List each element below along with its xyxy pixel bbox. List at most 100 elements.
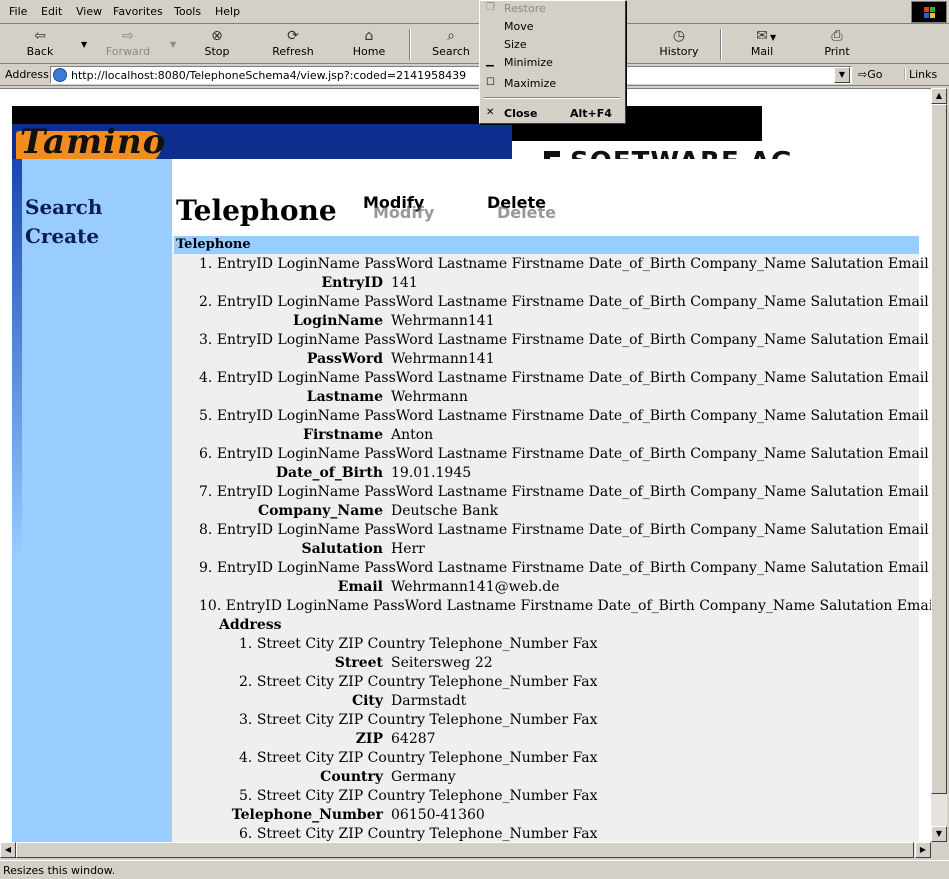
- entry-number: 3.: [199, 332, 217, 348]
- address-entry-header-row: 4. Street City ZIP Country Telephone_Num…: [239, 750, 597, 766]
- entry-number: 2.: [199, 294, 217, 310]
- scroll-left-icon[interactable]: ◀: [0, 842, 16, 858]
- scroll-down-icon[interactable]: ▼: [931, 826, 947, 842]
- vertical-scrollbar[interactable]: ▲ ▼: [931, 88, 947, 842]
- scroll-right-icon[interactable]: ▶: [915, 842, 931, 858]
- address-entry-header-text: Street City ZIP Country Telephone_Number…: [256, 636, 598, 652]
- home-icon: ⌂: [364, 28, 374, 44]
- refresh-icon: ⟳: [287, 28, 299, 44]
- print-button[interactable]: ⎙ Print: [817, 27, 857, 63]
- forward-dropdown-icon[interactable]: ▼: [170, 40, 176, 49]
- menu-bar: File Edit View Favorites Tools Help: [0, 0, 949, 24]
- entry-number: 7.: [199, 484, 217, 500]
- horizontal-scroll-thumb[interactable]: [16, 842, 914, 858]
- entry-field-label: Address: [219, 617, 282, 633]
- horizontal-scrollbar[interactable]: ◀ ▶: [0, 842, 931, 858]
- sidebar-create-link[interactable]: Create: [25, 224, 99, 248]
- entry-field-value: Deutsche Bank: [391, 503, 499, 519]
- page-title: Telephone: [176, 194, 337, 227]
- modify-button[interactable]: Modify Modify: [363, 193, 434, 222]
- entry-header-row: 7. EntryID LoginName PassWord Lastname F…: [199, 484, 931, 500]
- menu-separator: [484, 97, 620, 99]
- menu-close[interactable]: Close: [504, 107, 537, 120]
- entry-field-label: Lastname: [306, 389, 383, 405]
- back-button[interactable]: ⇦ Back: [20, 27, 60, 63]
- entry-header-text: EntryID LoginName PassWord Lastname Firs…: [216, 408, 931, 424]
- entry-number: 5.: [199, 408, 217, 424]
- menu-restore[interactable]: Restore: [504, 2, 546, 15]
- entry-header-text: EntryID LoginName PassWord Lastname Firs…: [216, 294, 931, 310]
- address-entry-field-value: Germany: [391, 769, 456, 785]
- address-entry-number: 3.: [239, 712, 257, 728]
- address-label: Address: [5, 68, 49, 81]
- entry-header-text: EntryID LoginName PassWord Lastname Firs…: [216, 560, 931, 576]
- menu-help[interactable]: Help: [215, 5, 240, 18]
- menu-maximize[interactable]: Maximize: [504, 77, 556, 90]
- entry-field-value: 19.01.1945: [391, 465, 472, 481]
- entry-header-text: EntryID LoginName PassWord Lastname Firs…: [216, 370, 931, 386]
- menu-minimize[interactable]: Minimize: [504, 56, 553, 69]
- menu-file[interactable]: File: [9, 5, 27, 18]
- address-entry-header-row: 3. Street City ZIP Country Telephone_Num…: [239, 712, 597, 728]
- menu-favorites[interactable]: Favorites: [113, 5, 163, 18]
- address-entry-header-text: Street City ZIP Country Telephone_Number…: [256, 826, 598, 842]
- ie-page-icon: [53, 68, 67, 82]
- entry-field-label: EntryID: [321, 275, 383, 291]
- history-button[interactable]: ◷ History: [656, 27, 702, 63]
- address-dropdown-icon[interactable]: ▼: [834, 67, 850, 83]
- address-entry-header-row: 1. Street City ZIP Country Telephone_Num…: [239, 636, 597, 652]
- stop-icon: ⊗: [211, 28, 223, 44]
- scroll-up-icon[interactable]: ▲: [931, 88, 947, 104]
- section-header: Telephone: [174, 236, 919, 254]
- back-arrow-icon: ⇦: [34, 28, 46, 44]
- back-dropdown-icon[interactable]: ▼: [81, 40, 87, 49]
- stop-button[interactable]: ⊗ Stop: [197, 27, 237, 63]
- entry-header-row: 4. EntryID LoginName PassWord Lastname F…: [199, 370, 931, 386]
- address-entry-header-text: Street City ZIP Country Telephone_Number…: [256, 674, 598, 690]
- address-entry-field-value: Darmstadt: [391, 693, 467, 709]
- home-button[interactable]: ⌂ Home: [348, 27, 390, 63]
- address-url[interactable]: http://localhost:8080/TelephoneSchema4/v…: [71, 69, 466, 82]
- forward-button[interactable]: ⇨ Forward: [102, 27, 154, 63]
- address-entry-field-value: 06150-41360: [391, 807, 485, 823]
- menu-move[interactable]: Move: [504, 20, 534, 33]
- address-entry-number: 6.: [239, 826, 257, 842]
- entry-field-label: Company_Name: [257, 503, 383, 519]
- entry-field-label: Firstname: [303, 427, 383, 443]
- entry-header-row: 6. EntryID LoginName PassWord Lastname F…: [199, 446, 931, 462]
- address-entry-header-row: 5. Street City ZIP Country Telephone_Num…: [239, 788, 597, 804]
- search-icon: ⌕: [447, 28, 455, 44]
- delete-button[interactable]: Delete Delete: [487, 193, 556, 222]
- go-arrow-icon: ⇨: [858, 68, 868, 81]
- entry-field-label: PassWord: [306, 351, 383, 367]
- entry-field-label: LoginName: [292, 313, 383, 329]
- address-input[interactable]: http://localhost:8080/TelephoneSchema4/v…: [50, 66, 852, 84]
- menu-view[interactable]: View: [76, 5, 102, 18]
- menu-tools[interactable]: Tools: [174, 5, 201, 18]
- address-entry-field-value: Seitersweg 22: [391, 655, 493, 671]
- modify-button-shadow: Modify: [373, 203, 435, 222]
- address-entry-header-text: Street City ZIP Country Telephone_Number…: [256, 788, 598, 804]
- sidebar-search-link[interactable]: Search: [25, 195, 102, 219]
- entry-field-label: Date_of_Birth: [275, 465, 383, 481]
- entry-number: 1.: [199, 256, 217, 272]
- toolbar-separator: [409, 29, 411, 60]
- address-entry-field-label: Telephone_Number: [231, 807, 383, 823]
- links-button[interactable]: Links: [904, 68, 937, 81]
- refresh-button[interactable]: ⟳ Refresh: [268, 27, 318, 63]
- system-menu: ❐ Restore Move Size ▁ Minimize ☐ Maximiz…: [479, 0, 626, 124]
- address-entry-number: 1.: [239, 636, 257, 652]
- search-button[interactable]: ⌕ Search: [428, 27, 474, 63]
- menu-edit[interactable]: Edit: [41, 5, 62, 18]
- vertical-scroll-thumb[interactable]: [931, 104, 947, 794]
- address-entry-field-label: Street: [334, 655, 383, 671]
- sidebar-stripe: [12, 159, 22, 559]
- mail-dropdown-icon[interactable]: ▼: [770, 33, 776, 42]
- minimize-icon: ▁: [486, 56, 494, 67]
- entry-field-value: Wehrmann141@web.de: [391, 579, 560, 595]
- entry-header-text: EntryID LoginName PassWord Lastname Firs…: [225, 598, 931, 614]
- menu-size[interactable]: Size: [504, 38, 527, 51]
- entry-number: 9.: [199, 560, 217, 576]
- entry-header-row: 1. EntryID LoginName PassWord Lastname F…: [199, 256, 931, 272]
- go-button[interactable]: ⇨Go: [858, 68, 882, 81]
